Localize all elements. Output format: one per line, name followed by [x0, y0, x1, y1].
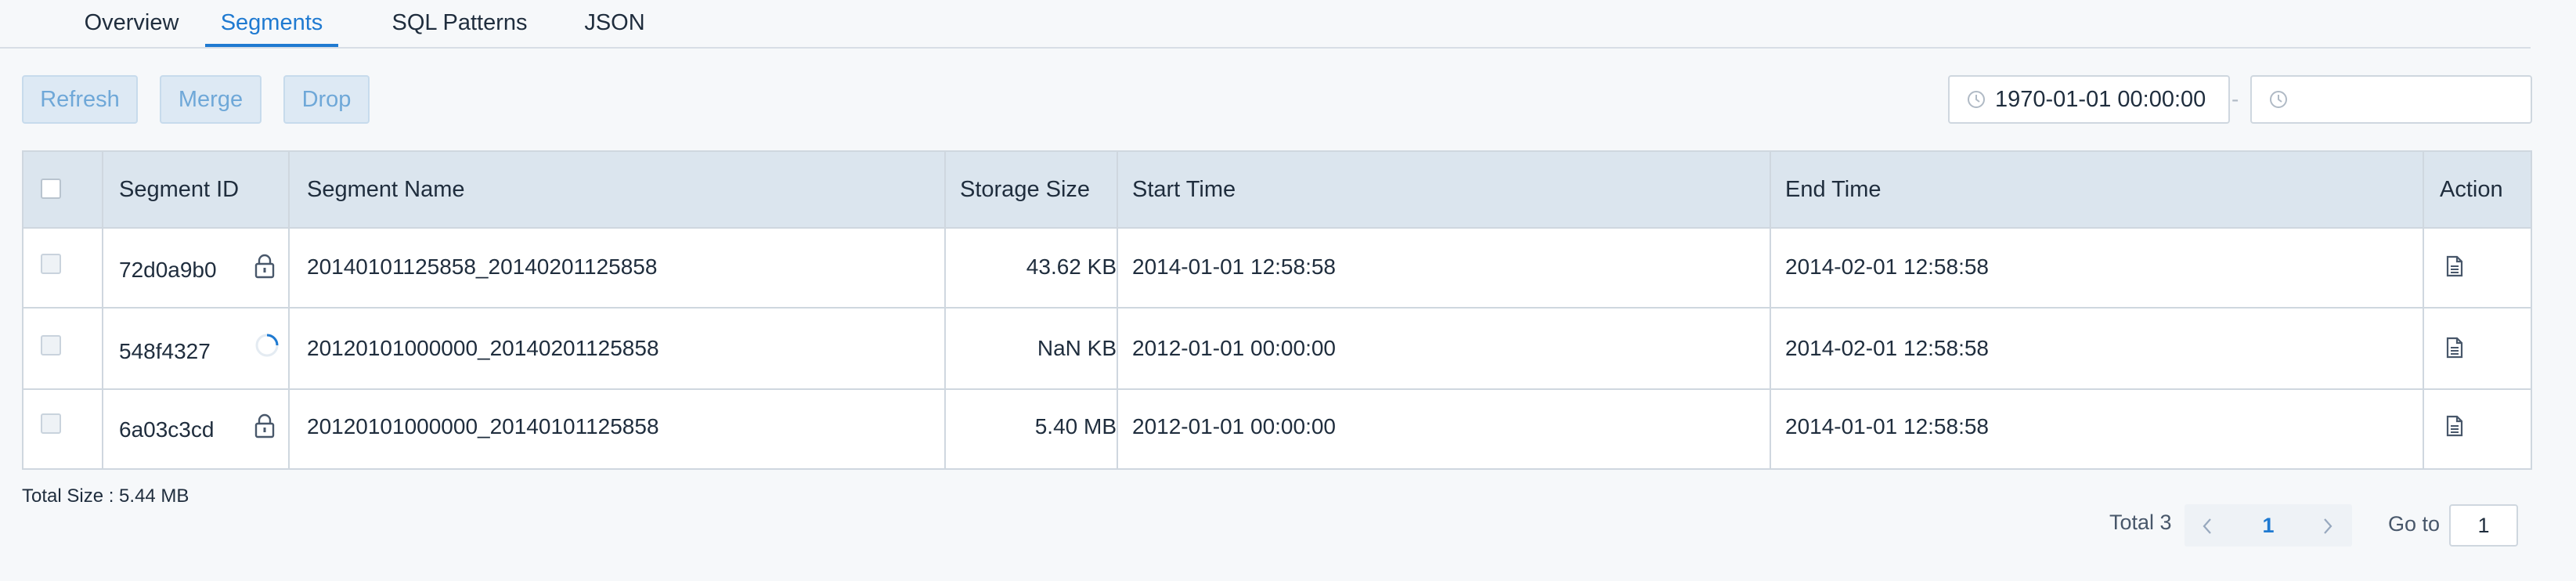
end-date-picker[interactable]: [2250, 75, 2532, 124]
segment-id: 548f4327: [119, 339, 211, 363]
loading-spinner-icon: [255, 334, 279, 357]
row-checkbox[interactable]: [41, 254, 61, 274]
chevron-right-icon[interactable]: [2321, 517, 2335, 536]
goto-page-input[interactable]: 1: [2449, 504, 2518, 547]
pagination-total: Total 3: [2109, 511, 2172, 534]
row-checkbox[interactable]: [41, 413, 61, 434]
tab-segments[interactable]: Segments: [205, 0, 338, 47]
document-icon[interactable]: [2446, 255, 2463, 277]
tab-overview[interactable]: Overview: [78, 0, 185, 45]
refresh-button[interactable]: Refresh: [22, 75, 138, 124]
tab-sql-patterns[interactable]: SQL Patterns: [387, 0, 532, 45]
table-row[interactable]: 6a03c3cd 20120101000000_20140101125858 5…: [23, 390, 2531, 470]
start-time: 2014-01-01 12:58:58: [1132, 254, 1336, 279]
date-range-separator: -: [2231, 87, 2239, 111]
start-time: 2012-01-01 00:00:00: [1132, 414, 1336, 438]
storage-size: 43.62 KB: [1026, 254, 1117, 279]
end-time: 2014-02-01 12:58:58: [1785, 254, 1989, 279]
clock-icon: [2270, 91, 2287, 108]
page-number[interactable]: 1: [2255, 504, 2282, 547]
tab-json[interactable]: JSON: [578, 0, 651, 45]
select-all-checkbox[interactable]: [41, 179, 61, 199]
total-size-label: Total Size : 5.44 MB: [22, 485, 189, 507]
end-time: 2014-01-01 12:58:58: [1785, 414, 1989, 438]
segment-id: 6a03c3cd: [119, 417, 215, 442]
goto-label: Go to: [2388, 512, 2441, 536]
column-header-end-time[interactable]: End Time: [1785, 152, 1881, 227]
column-header-segment-name[interactable]: Segment Name: [307, 152, 465, 227]
start-date-picker[interactable]: 1970-01-01 00:00:00: [1948, 75, 2230, 124]
storage-size: NaN KB: [1037, 336, 1117, 360]
lock-icon: [254, 413, 275, 438]
table-header: Segment ID Segment Name Storage Size Sta…: [23, 152, 2531, 229]
column-header-segment-id[interactable]: Segment ID: [119, 152, 239, 227]
segment-id: 72d0a9b0: [119, 258, 217, 282]
merge-button[interactable]: Merge: [160, 75, 262, 124]
row-checkbox[interactable]: [41, 335, 61, 355]
storage-size: 5.40 MB: [1034, 414, 1117, 438]
column-header-start-time[interactable]: Start Time: [1132, 152, 1236, 227]
document-icon[interactable]: [2446, 337, 2463, 359]
segment-name: 20120101000000_20140101125858: [307, 414, 659, 438]
table-row[interactable]: 548f4327 20120101000000_20140201125858 N…: [23, 309, 2531, 388]
clock-icon: [1968, 91, 1985, 108]
tab-bar: Overview Segments SQL Patterns JSON: [0, 0, 2531, 49]
end-time: 2014-02-01 12:58:58: [1785, 336, 1989, 360]
lock-icon: [254, 254, 275, 279]
document-icon[interactable]: [2446, 415, 2463, 437]
column-header-action: Action: [2440, 177, 2503, 202]
table-row[interactable]: 72d0a9b0 20140101125858_20140201125858 4…: [23, 227, 2531, 307]
drop-button[interactable]: Drop: [283, 75, 370, 124]
segments-table: Segment ID Segment Name Storage Size Sta…: [22, 150, 2532, 470]
start-date-value: 1970-01-01 00:00:00: [1995, 87, 2206, 112]
chevron-left-icon[interactable]: [2200, 517, 2214, 536]
column-header-storage-size[interactable]: Storage Size: [960, 152, 1090, 227]
segment-name: 20120101000000_20140201125858: [307, 336, 659, 360]
segment-name: 20140101125858_20140201125858: [307, 254, 658, 279]
start-time: 2012-01-01 00:00:00: [1132, 336, 1336, 360]
